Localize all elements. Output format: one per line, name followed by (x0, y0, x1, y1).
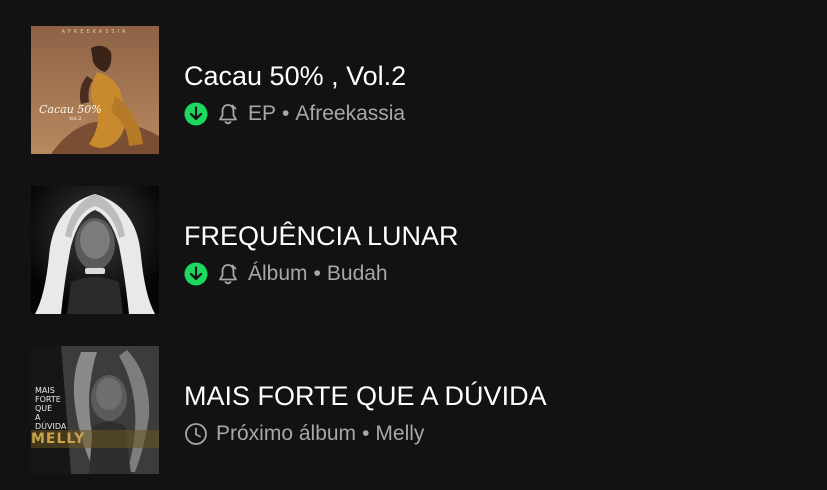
clock-icon (184, 422, 208, 446)
item-title: Cacau 50% , Vol.2 (184, 61, 407, 91)
item-info: MAIS FORTE QUE A DÚVIDA Próximo álbum • … (184, 344, 804, 474)
album-cover-art (31, 26, 159, 154)
item-meta: EP • Afreekassia (184, 101, 405, 127)
cover-title-text: Cacau 50% (39, 103, 102, 116)
cover-gold-text: MELLY (31, 431, 86, 447)
download-complete-icon[interactable] (184, 102, 208, 126)
item-type: EP (248, 102, 277, 125)
cover-side-text: MAIS FORTE QUE A DÚVIDA (35, 386, 67, 431)
item-type: Álbum (248, 262, 308, 285)
download-complete-icon[interactable] (184, 262, 208, 286)
bell-icon[interactable] (216, 102, 240, 126)
album-cover-mais-forte-que-a-duvida[interactable]: MAIS FORTE QUE A DÚVIDA MELLY (31, 346, 159, 474)
item-title: FREQUÊNCIA LUNAR (184, 221, 459, 251)
list-item-mais-forte-que-a-duvida[interactable]: MAIS FORTE QUE A DÚVIDA MELLY MAIS FORTE… (0, 344, 827, 474)
item-artist[interactable]: Afreekassia (295, 102, 405, 126)
album-cover-frequencia-lunar[interactable] (31, 186, 159, 314)
separator-dot: • (362, 422, 370, 445)
item-artist[interactable]: Budah (327, 262, 388, 286)
bell-icon[interactable] (216, 262, 240, 286)
separator-dot: • (282, 102, 290, 125)
list-item-frequencia-lunar[interactable]: FREQUÊNCIA LUNAR Álbum • Budah (0, 184, 827, 314)
item-type: Próximo álbum (216, 422, 357, 445)
separator-dot: • (313, 262, 321, 285)
item-info: FREQUÊNCIA LUNAR Álbum • Budah (184, 184, 804, 314)
item-title: MAIS FORTE QUE A DÚVIDA (184, 381, 547, 411)
item-meta: Álbum • Budah (184, 261, 388, 287)
item-artist[interactable]: Melly (375, 422, 424, 446)
list-item-cacau-50-vol-2[interactable]: AFREEKASSIA Cacau 50% Vol.2 Cacau 50% , … (0, 24, 827, 154)
album-cover-art (31, 186, 159, 314)
cover-artist-text: AFREEKASSIA (61, 29, 129, 35)
item-info: Cacau 50% , Vol.2 EP • Afreekassia (184, 24, 804, 154)
cover-vol-text: Vol.2 (69, 116, 82, 122)
album-list: AFREEKASSIA Cacau 50% Vol.2 Cacau 50% , … (0, 0, 827, 490)
item-meta: Próximo álbum • Melly (184, 421, 424, 447)
album-cover-cacau-50[interactable]: AFREEKASSIA Cacau 50% Vol.2 (31, 26, 159, 154)
